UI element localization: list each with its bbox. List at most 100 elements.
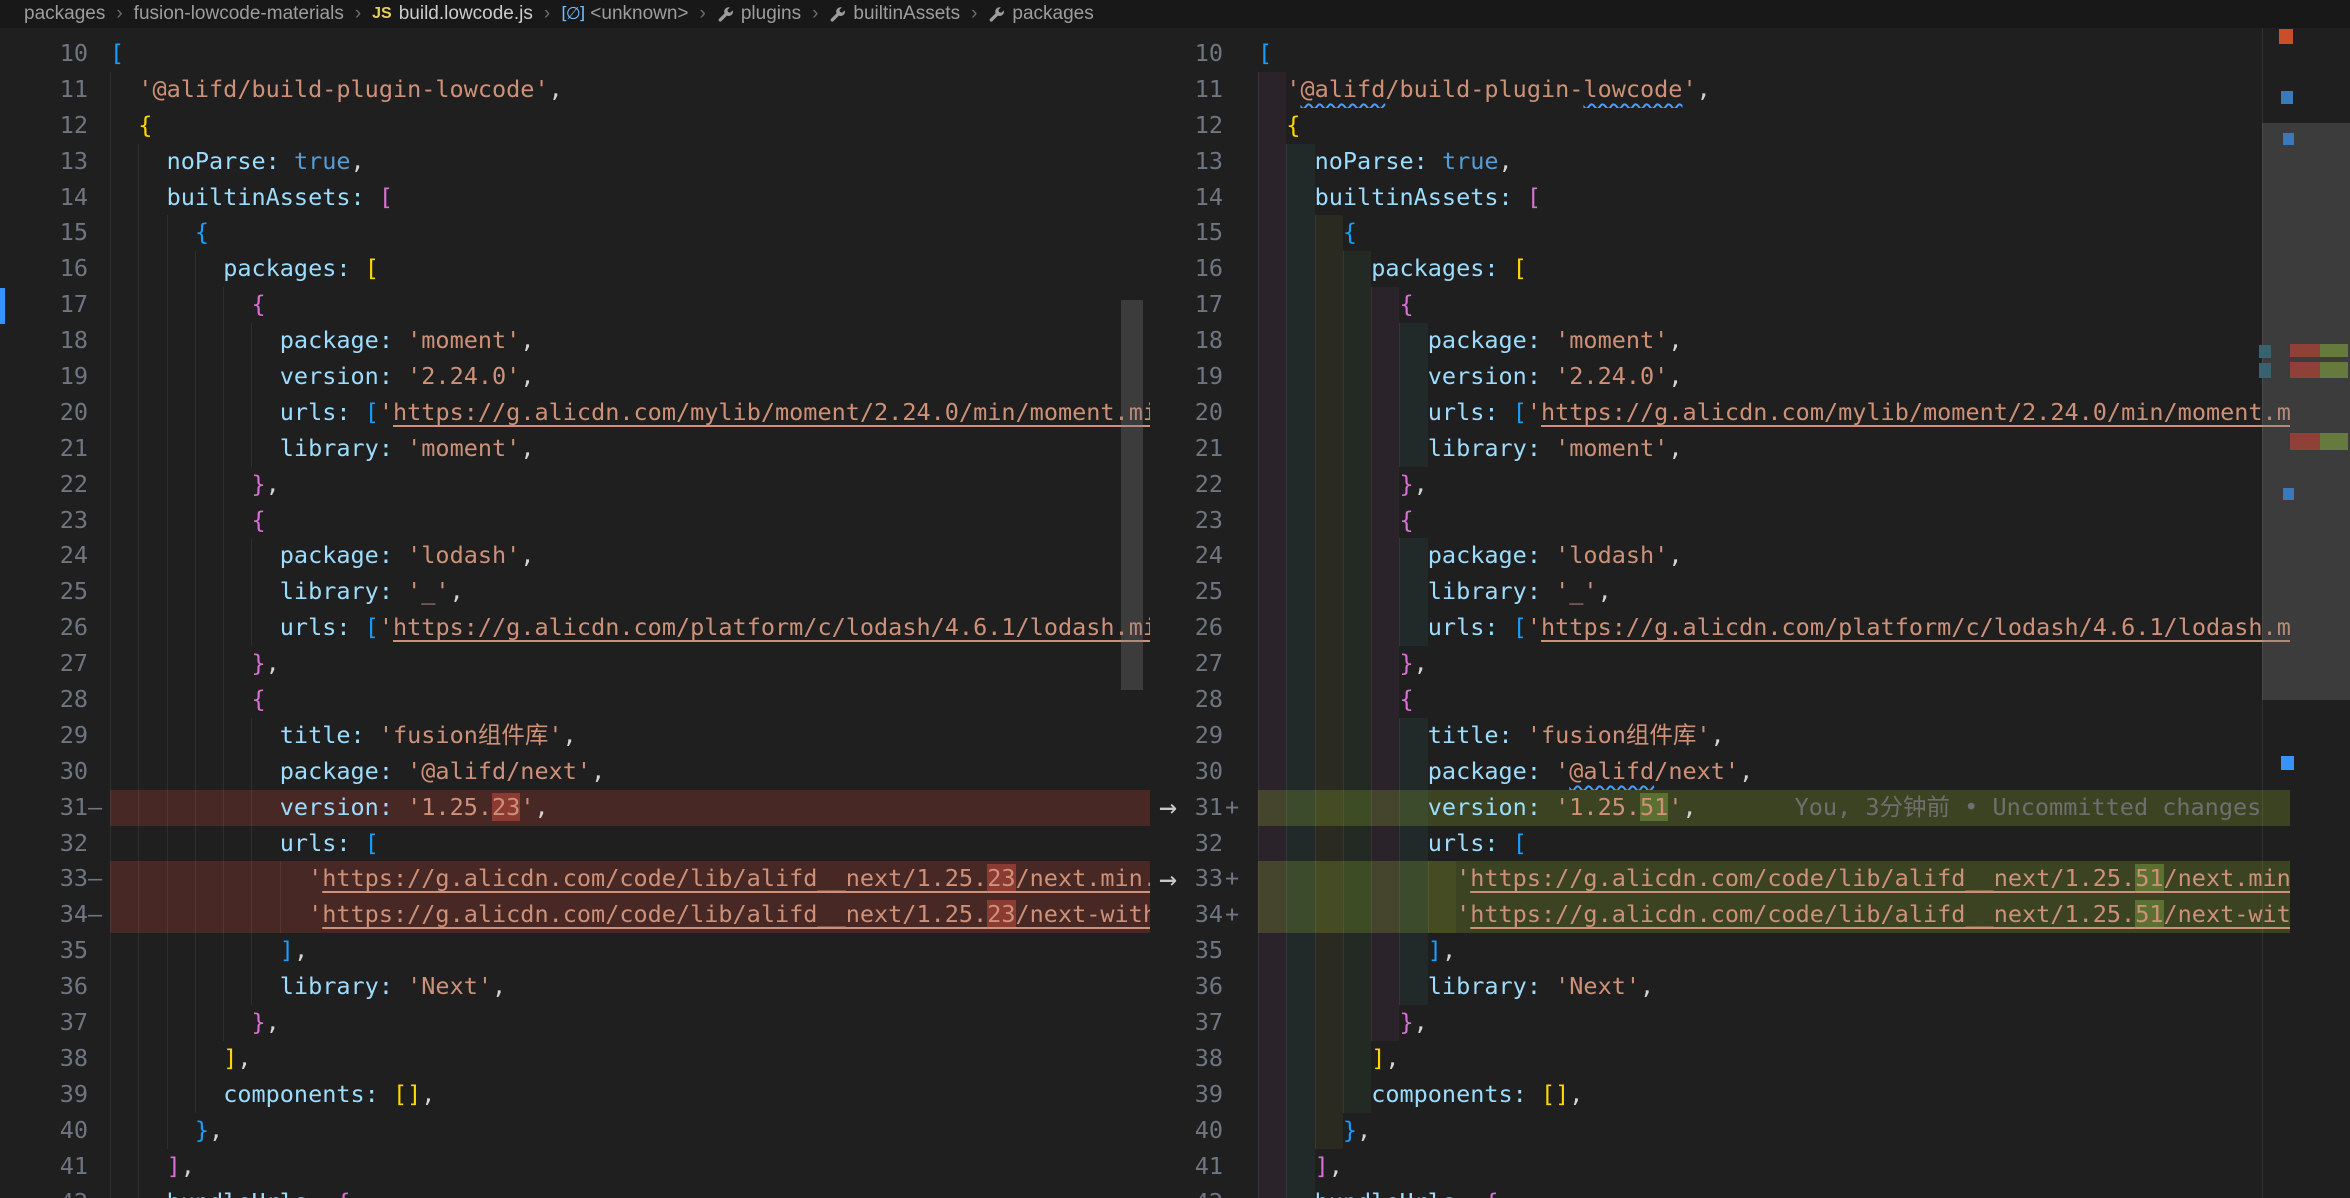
- gutter[interactable]: 18: [1185, 323, 1258, 359]
- gutter[interactable]: 38: [1185, 1041, 1258, 1077]
- gutter[interactable]: 33 +: [1185, 861, 1258, 897]
- breadcrumb-item[interactable]: packages: [24, 3, 105, 25]
- code-line[interactable]: 28 {: [0, 682, 1150, 718]
- code-line[interactable]: 29 title: 'fusion组件库',: [0, 717, 1150, 754]
- gutter[interactable]: 32: [0, 826, 110, 862]
- code-line[interactable]: 11 '@alifd/build-plugin-lowcode',: [0, 71, 1150, 108]
- code-line[interactable]: 36 library: 'Next',: [0, 969, 1150, 1006]
- code-line[interactable]: 21 library: 'moment',: [1185, 430, 2350, 467]
- code-line[interactable]: 29 title: 'fusion组件库',: [1185, 717, 2350, 754]
- breadcrumb-item[interactable]: JS build.lowcode.js: [372, 3, 533, 25]
- code-line[interactable]: 38 ],: [0, 1040, 1150, 1077]
- gutter[interactable]: 38: [0, 1041, 110, 1077]
- breadcrumb-item[interactable]: builtinAssets: [829, 3, 960, 25]
- modified-pane[interactable]: 10[11 '@alifd/build-plugin-lowcode', 12 {…: [1185, 28, 2350, 1198]
- code-line[interactable]: 18 package: 'moment',: [1185, 323, 2350, 360]
- gutter[interactable]: 12: [1185, 108, 1258, 144]
- gutter[interactable]: 37: [1185, 1005, 1258, 1041]
- code-line[interactable]: 12 {: [1185, 107, 2350, 144]
- gutter[interactable]: 29: [0, 718, 110, 754]
- gutter[interactable]: 37: [0, 1005, 110, 1041]
- gutter[interactable]: 35: [0, 933, 110, 969]
- gutter[interactable]: 25: [0, 574, 110, 610]
- code-line[interactable]: 42 bundleUrls: {: [0, 1184, 1150, 1198]
- code-line[interactable]: 14 builtinAssets: [: [0, 179, 1150, 216]
- code-line[interactable]: 30 package: '@alifd/next',: [0, 753, 1150, 790]
- gutter[interactable]: 40: [1185, 1113, 1258, 1149]
- breadcrumb-item[interactable]: packages: [988, 3, 1094, 25]
- code-line[interactable]: 31– version: '1.25.23',: [0, 789, 1150, 826]
- gutter[interactable]: 16: [0, 251, 110, 287]
- gutter[interactable]: 12: [0, 108, 110, 144]
- gutter[interactable]: 21: [0, 431, 110, 467]
- code-line[interactable]: 10 [: [0, 36, 1150, 72]
- gutter[interactable]: 26: [0, 610, 110, 646]
- gutter[interactable]: 18: [0, 323, 110, 359]
- code-line[interactable]: 37 },: [1185, 1005, 2350, 1041]
- gutter[interactable]: 42: [1185, 1185, 1258, 1198]
- code-line[interactable]: 31 + version: '1.25.51', You, 3分钟前 • Uncom…: [1185, 789, 2350, 826]
- code-line[interactable]: 15 {: [1185, 215, 2350, 252]
- gutter[interactable]: 28: [0, 682, 110, 718]
- gutter[interactable]: 35: [1185, 933, 1258, 969]
- code-line[interactable]: 38 ],: [1185, 1040, 2350, 1077]
- gutter[interactable]: 39: [0, 1077, 110, 1113]
- code-line[interactable]: 16 packages: [: [1185, 251, 2350, 288]
- code-line[interactable]: 27 },: [1185, 646, 2350, 683]
- code-line[interactable]: 32 urls: [: [1185, 825, 2350, 862]
- gutter[interactable]: 31–: [0, 790, 110, 826]
- code-line[interactable]: 15 {: [0, 215, 1150, 252]
- gutter[interactable]: 40: [0, 1113, 110, 1149]
- gutter[interactable]: 29: [1185, 718, 1258, 754]
- code-line[interactable]: 18 package: 'moment',: [0, 323, 1150, 360]
- gutter[interactable]: 13: [1185, 144, 1258, 180]
- code-line[interactable]: 17 {: [0, 287, 1150, 324]
- code-line[interactable]: 16 packages: [: [0, 251, 1150, 288]
- code-line[interactable]: 34 + 'https://g.alicdn.com/code/lib/alifd…: [1185, 897, 2350, 934]
- code-line[interactable]: 17 {: [1185, 287, 2350, 324]
- gutter[interactable]: 15: [1185, 215, 1258, 251]
- gutter[interactable]: 10: [1185, 36, 1258, 72]
- gutter[interactable]: 16: [1185, 251, 1258, 287]
- code-line[interactable]: 39 components: [],: [1185, 1076, 2350, 1113]
- code-line[interactable]: 39 components: [],: [0, 1076, 1150, 1113]
- gutter[interactable]: 25: [1185, 574, 1258, 610]
- gutter[interactable]: 13: [0, 144, 110, 180]
- diff-arrow-icon[interactable]: →: [1151, 862, 1185, 898]
- code-line[interactable]: 24 package: 'lodash',: [1185, 538, 2350, 575]
- gutter[interactable]: 27: [0, 646, 110, 682]
- gutter[interactable]: 26: [1185, 610, 1258, 646]
- code-line[interactable]: 26 urls: ['https://g.alicdn.com/platform…: [1185, 610, 2350, 647]
- gutter[interactable]: 14: [0, 180, 110, 216]
- gutter[interactable]: 11: [0, 72, 110, 108]
- code-line[interactable]: 11 '@alifd/build-plugin-lowcode',: [1185, 71, 2350, 108]
- gutter[interactable]: 22: [0, 467, 110, 503]
- code-line[interactable]: 25 library: '_',: [0, 574, 1150, 611]
- code-line[interactable]: 24 package: 'lodash',: [0, 538, 1150, 575]
- gutter[interactable]: 20: [0, 395, 110, 431]
- code-line[interactable]: 27 },: [0, 646, 1150, 683]
- gutter[interactable]: 30: [1185, 754, 1258, 790]
- gutter[interactable]: 32: [1185, 826, 1258, 862]
- gutter[interactable]: 17: [0, 287, 110, 323]
- code-line[interactable]: 12 {: [0, 107, 1150, 144]
- left-scrollbar-slider[interactable]: [1121, 300, 1143, 690]
- code-line[interactable]: 19 version: '2.24.0',: [0, 359, 1150, 395]
- gutter[interactable]: 19: [0, 359, 110, 395]
- code-line[interactable]: 41 ],: [1185, 1148, 2350, 1185]
- diff-arrow-icon[interactable]: →: [1151, 790, 1185, 826]
- gutter[interactable]: 11: [1185, 72, 1258, 108]
- gutter[interactable]: 24: [1185, 538, 1258, 574]
- code-line[interactable]: 19 version: '2.24.0',: [1185, 359, 2350, 395]
- gutter[interactable]: 41: [1185, 1149, 1258, 1185]
- code-line[interactable]: 25 library: '_',: [1185, 574, 2350, 611]
- code-line[interactable]: 14 builtinAssets: [: [1185, 179, 2350, 216]
- gutter[interactable]: 10: [0, 36, 110, 72]
- code-line[interactable]: 33– 'https://g.alicdn.com/code/lib/alifd…: [0, 861, 1150, 898]
- gutter[interactable]: 42: [0, 1185, 110, 1198]
- gutter[interactable]: 22: [1185, 467, 1258, 503]
- gutter[interactable]: 36: [0, 969, 110, 1005]
- code-line[interactable]: 40 },: [1185, 1112, 2350, 1149]
- gutter[interactable]: 41: [0, 1149, 110, 1185]
- code-line[interactable]: 32 urls: [: [0, 825, 1150, 862]
